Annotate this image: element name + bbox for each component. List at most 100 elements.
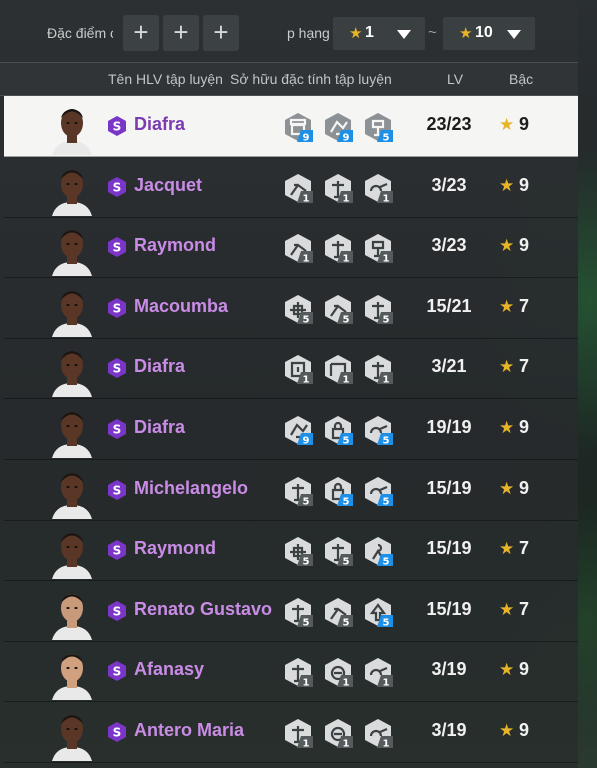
tackle-trait-icon: 1: [285, 234, 313, 264]
star-icon: ★: [499, 599, 515, 619]
max-rank-value: 10: [475, 24, 493, 41]
min-rank-dropdown[interactable]: ★ 1: [333, 17, 425, 50]
person-trait-icon: 5: [365, 537, 393, 567]
sprint-trait-icon: 5: [285, 597, 313, 627]
trait-level-badge: 5: [343, 314, 350, 324]
trait-level-badge: 5: [343, 436, 350, 446]
coach-row[interactable]: S Diafra 9 5 5 19/19 ★ 9: [4, 399, 578, 460]
coach-name: Diafra: [134, 417, 186, 437]
coach-level: 15/19: [426, 538, 472, 559]
tackle-trait-icon: 5: [325, 597, 353, 627]
pass-trait-icon: 1: [365, 719, 393, 749]
trait-level-badge: 5: [383, 557, 390, 567]
crosshair-trait-icon: 5: [285, 294, 313, 324]
trait-level-badge: 5: [303, 496, 310, 506]
trait-level-badge: 5: [303, 557, 310, 567]
shield-trait-icon: 9: [285, 113, 313, 142]
coach-name: Afanasy: [134, 659, 205, 680]
coach-grade: 7: [519, 295, 530, 316]
sprint-trait-icon: 5: [365, 294, 393, 324]
svg-text:S: S: [113, 362, 122, 376]
coach-row[interactable]: S Antero Maria 1 1 1 3/19 ★ 9: [4, 702, 578, 763]
trait-level-badge: 5: [383, 133, 390, 143]
ball-trait-icon: 1: [325, 658, 353, 688]
add-trait-button-3[interactable]: +: [203, 15, 239, 51]
special-grade-icon: S: [108, 661, 126, 682]
coach-row[interactable]: S Michelangelo 5 5 5 15/19 ★ 9: [4, 460, 578, 521]
coach-avatar: [52, 715, 92, 761]
coach-grade: 7: [519, 356, 530, 377]
special-grade-icon: S: [108, 722, 126, 742]
min-rank-value: 1: [365, 24, 374, 41]
coach-level: 3/21: [431, 356, 467, 377]
coach-row[interactable]: S Raymond 1 1 1 3/23 ★ 9: [4, 217, 578, 279]
coach-row[interactable]: S Jacquet 1 1 1 3/23 ★ 9: [4, 157, 578, 218]
trait-level-badge: 5: [303, 617, 310, 627]
goalkeeper-trait-icon: 1: [365, 234, 393, 264]
coach-name: Diafra: [134, 114, 186, 134]
coach-level: 23/23: [426, 114, 472, 134]
coach-grade: 9: [519, 720, 530, 740]
coach-row[interactable]: S Renato Gustavo 5 5 5 15/19 ★ 7: [4, 581, 578, 642]
pass-trait-icon: 5: [365, 476, 393, 506]
trait-level-badge: 9: [343, 133, 350, 143]
trait-level-badge: 1: [303, 193, 310, 203]
svg-text:S: S: [113, 423, 122, 437]
special-grade-icon: S: [108, 540, 126, 561]
trait-level-badge: 9: [303, 436, 310, 446]
coach-avatar: [52, 412, 92, 458]
coach-name: Diafra: [134, 356, 186, 377]
coach-level: 3/19: [431, 659, 467, 680]
coach-grade: 9: [519, 417, 530, 437]
coach-row[interactable]: S Raymond 5 5 5 15/19 ★ 7: [4, 520, 578, 582]
max-rank-dropdown[interactable]: ★ 10: [443, 17, 535, 50]
coach-name: Raymond: [134, 538, 217, 559]
pass-trait-icon: 5: [365, 416, 393, 445]
trait-level-badge: 5: [343, 496, 350, 506]
rank-filter-label: p hạng: [287, 25, 330, 41]
sprint-trait-icon: 1: [285, 719, 313, 748]
coach-row[interactable]: S Macoumba 5 5 5 15/21 ★ 7: [4, 278, 578, 339]
trait-level-badge: 1: [343, 254, 350, 264]
special-grade-icon: S: [108, 358, 126, 379]
pass-trait-icon: 1: [365, 658, 393, 688]
chevron-down-icon: [507, 30, 521, 39]
svg-text:S: S: [113, 726, 122, 740]
trait-level-badge: 1: [383, 739, 390, 749]
coach-row[interactable]: S Afanasy 1 1 1 3/19 ★ 9: [4, 641, 578, 703]
coach-row[interactable]: S Diafra 1 1 1 3/21 ★ 7: [4, 338, 578, 400]
add-trait-button-1[interactable]: +: [123, 15, 159, 51]
trait-level-badge: 1: [343, 375, 350, 385]
coach-avatar: [52, 109, 92, 155]
filter-bar: Đặc điểm c + + + p hạng ★ 1 ~ ★ 10: [0, 8, 578, 58]
special-grade-icon: S: [108, 116, 126, 136]
star-icon: ★: [499, 296, 515, 316]
trait-level-badge: 5: [343, 617, 350, 627]
sprint-trait-icon: 5: [325, 537, 353, 567]
add-trait-button-2[interactable]: +: [163, 15, 199, 51]
trait-level-badge: 1: [383, 375, 390, 385]
coach-level: 15/19: [426, 598, 472, 619]
special-grade-icon: S: [108, 479, 126, 500]
star-icon: ★: [349, 25, 363, 42]
trait-level-badge: 5: [383, 496, 390, 506]
coach-avatar: [52, 593, 92, 640]
coach-row[interactable]: S Diafra 9 9 5 23/23 ★ 9: [4, 96, 578, 157]
pass-trait-icon: 1: [365, 173, 393, 203]
coach-name: Raymond: [134, 235, 217, 256]
ball-trait-icon: 1: [325, 719, 353, 748]
tackle-trait-icon: 5: [325, 294, 353, 324]
chevron-down-icon: [397, 30, 411, 39]
coach-grade: 9: [519, 477, 530, 498]
column-header-coach-name: Tên HLV tập luyện: [108, 71, 223, 87]
table-header: Tên HLV tập luyện Sở hữu đặc tính tập lu…: [0, 62, 578, 96]
svg-text:S: S: [113, 301, 122, 315]
coach-level: 15/21: [426, 295, 472, 316]
column-header-level: LV: [447, 71, 464, 87]
trait-level-badge: 1: [383, 678, 390, 688]
star-icon: ★: [499, 539, 515, 559]
star-icon: ★: [499, 721, 515, 740]
star-icon: ★: [499, 236, 515, 256]
coach-grade: 9: [519, 659, 530, 680]
star-icon: ★: [499, 418, 515, 437]
